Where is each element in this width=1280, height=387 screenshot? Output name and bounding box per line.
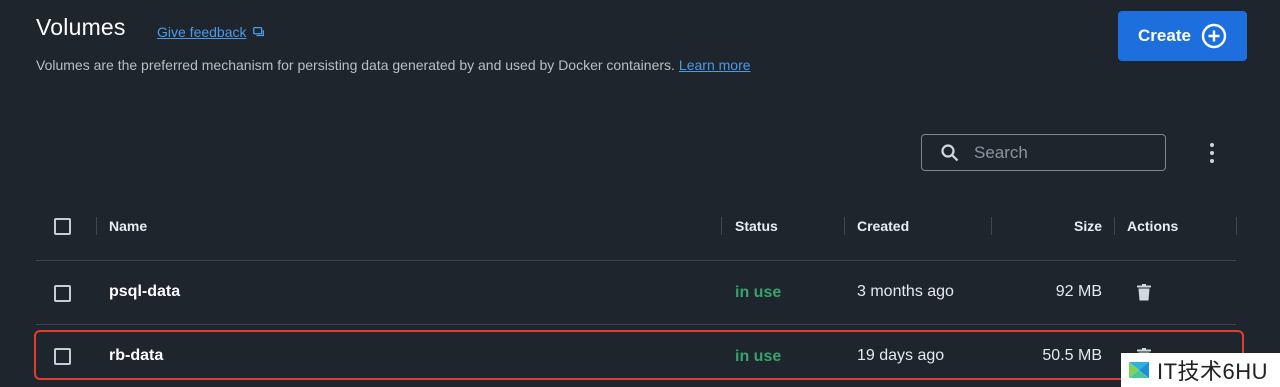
status-badge: in use [735, 348, 782, 365]
more-options-icon[interactable] [1202, 141, 1222, 165]
give-feedback-label: Give feedback [157, 24, 247, 40]
column-header-status[interactable]: Status [735, 218, 778, 234]
feedback-icon [252, 26, 264, 37]
learn-more-link[interactable]: Learn more [679, 57, 751, 73]
page-description: Volumes are the preferred mechanism for … [36, 57, 751, 73]
column-divider[interactable] [844, 217, 845, 235]
volume-name[interactable]: rb-data [109, 347, 163, 365]
created-time: 3 months ago [857, 283, 954, 300]
delete-icon[interactable] [1137, 284, 1151, 301]
column-header-actions: Actions [1127, 218, 1179, 234]
watermark-logo [1129, 362, 1149, 378]
row-checkbox[interactable] [54, 348, 71, 365]
column-header-created[interactable]: Created [857, 218, 909, 234]
header-divider [36, 260, 1236, 261]
page-title: Volumes [36, 14, 126, 40]
volume-size: 92 MB [1055, 283, 1102, 300]
watermark: IT技术6HU [1121, 353, 1280, 387]
search-input[interactable] [972, 141, 1156, 164]
create-button-label: Create [1138, 26, 1191, 45]
row-divider [36, 324, 1236, 325]
column-divider[interactable] [721, 217, 722, 235]
give-feedback-link[interactable]: Give feedback [157, 24, 266, 40]
row-checkbox[interactable] [54, 285, 71, 302]
volume-size: 50.5 MB [1042, 347, 1102, 364]
column-header-size[interactable]: Size [1002, 218, 1102, 234]
column-divider[interactable] [1114, 217, 1115, 235]
select-all-checkbox[interactable] [54, 218, 71, 235]
column-divider[interactable] [96, 217, 97, 235]
plus-circle-icon [1201, 23, 1227, 49]
watermark-text: IT技术6HU [1157, 359, 1269, 384]
volume-name[interactable]: psql-data [109, 283, 180, 301]
column-header-name[interactable]: Name [109, 218, 147, 234]
search-box[interactable] [921, 134, 1166, 171]
page-description-text: Volumes are the preferred mechanism for … [36, 57, 675, 73]
search-icon [941, 143, 959, 161]
column-divider [1236, 217, 1237, 235]
created-time: 19 days ago [857, 347, 945, 364]
status-badge: in use [735, 284, 782, 301]
create-button[interactable]: Create [1118, 11, 1247, 61]
column-divider[interactable] [991, 217, 992, 235]
